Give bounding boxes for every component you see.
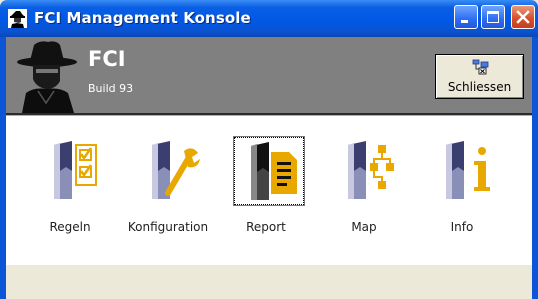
build-label: Build 93 (88, 82, 134, 95)
schliessen-button[interactable]: Schliessen (435, 54, 524, 99)
map-label: Map (351, 220, 377, 234)
tool-panel: Regeln Konfiguration Report Map Info (6, 115, 532, 266)
checklist-icon (54, 141, 97, 199)
maximize-button[interactable] (481, 5, 505, 29)
map-tool-button[interactable]: Map (316, 132, 412, 237)
spy-icon (8, 9, 27, 28)
regeln-label: Regeln (49, 220, 91, 234)
maximize-icon (487, 11, 499, 23)
info-tool-button[interactable]: Info (414, 132, 510, 237)
minimize-button[interactable] (454, 5, 478, 29)
report-label: Report (246, 220, 286, 234)
konfiguration-label: Konfiguration (127, 220, 209, 234)
wrench-icon (152, 141, 200, 199)
schliessen-label: Schliessen (447, 80, 512, 94)
close-icon (516, 10, 530, 24)
product-title: FCI (88, 47, 126, 71)
status-bar (6, 265, 532, 299)
spy-logo (17, 41, 77, 113)
window-frame-right (532, 37, 538, 299)
window-title: FCI Management Konsole (34, 9, 251, 27)
close-window-button[interactable] (511, 5, 535, 29)
title-bar[interactable]: FCI Management Konsole (0, 0, 538, 37)
info-icon (446, 141, 490, 199)
network-close-icon (472, 59, 489, 75)
report-tool-button[interactable]: Report (218, 132, 314, 237)
document-icon (251, 142, 297, 200)
info-label: Info (450, 220, 474, 234)
konfiguration-tool-button[interactable]: Konfiguration (120, 132, 216, 237)
hierarchy-icon (348, 141, 394, 199)
regeln-tool-button[interactable]: Regeln (22, 132, 118, 237)
minimize-icon (461, 20, 468, 23)
header-panel: FCI Build 93 Schliessen (6, 37, 532, 115)
